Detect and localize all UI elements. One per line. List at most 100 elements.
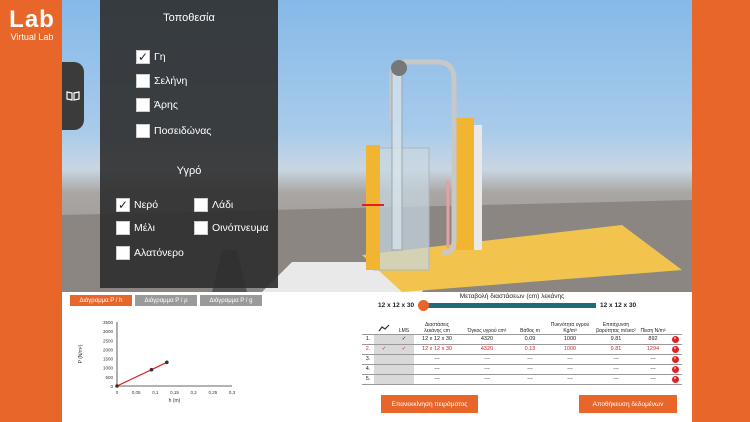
location-option-moon[interactable]: Σελήνη xyxy=(136,74,187,88)
row-density: 1000 xyxy=(546,344,594,355)
row-lms-check[interactable]: ✓ xyxy=(394,344,414,355)
col-dims: Διαστάσεις λεκάνης cm xyxy=(414,318,460,335)
col-gravity: Επιτάχυνση βαρύτητας m/sec² xyxy=(594,318,638,335)
settings-panel: Τοποθεσία ✓ Γη Σελήνη Άρης Ποσειδώνας Υγ… xyxy=(100,0,278,288)
row-lms-check[interactable] xyxy=(394,354,414,365)
slider-max-label: 12 x 12 x 30 xyxy=(600,302,637,309)
checkbox-saltwater[interactable] xyxy=(116,246,130,260)
liquid-option-saltwater[interactable]: Αλατόνερο xyxy=(116,246,184,260)
col-density: Πυκνότητα υγρού Kg/m³ xyxy=(546,318,594,335)
row-depth: --- xyxy=(514,364,546,375)
row-delete-cell: × xyxy=(668,334,682,345)
row-chart-check[interactable] xyxy=(374,364,394,375)
x-tick-label: 0,2 xyxy=(191,390,198,395)
liquid-title: Υγρό xyxy=(176,165,202,177)
row-number: 4. xyxy=(362,364,374,375)
checkbox-alcohol[interactable] xyxy=(194,221,208,235)
location-label: Σελήνη xyxy=(154,75,188,87)
slider-min-label: 12 x 12 x 30 xyxy=(378,302,415,309)
delete-row-icon[interactable]: × xyxy=(671,345,679,353)
x-tick-label: 0,25 xyxy=(208,390,217,395)
data-point xyxy=(149,367,154,372)
lab-3d-scene[interactable]: Τοποθεσία ✓ Γη Σελήνη Άρης Ποσειδώνας Υγ… xyxy=(62,0,692,292)
row-pressure: --- xyxy=(638,374,668,385)
tab-p-g[interactable]: Διάγραμμα P / g xyxy=(200,295,262,306)
y-tick-label: 500 xyxy=(105,375,113,380)
dimension-slider-track[interactable] xyxy=(424,303,596,308)
virtual-lab-logo: Lab Virtual Lab xyxy=(6,8,58,43)
row-dims: --- xyxy=(414,364,460,375)
row-lms-check[interactable]: ✓ xyxy=(394,334,414,345)
book-icon[interactable] xyxy=(62,62,84,130)
tab-p-rho[interactable]: Διάγραμμα P / ρ xyxy=(135,295,197,306)
checkbox-water[interactable]: ✓ xyxy=(116,198,130,212)
row-gravity: --- xyxy=(594,354,638,365)
row-dims: --- xyxy=(414,354,460,365)
row-chart-check[interactable] xyxy=(374,354,394,365)
liquid-option-oil[interactable]: Λάδι xyxy=(194,198,233,212)
location-option-mars[interactable]: Άρης xyxy=(136,98,178,112)
data-point xyxy=(165,360,169,365)
location-option-neptune[interactable]: Ποσειδώνας xyxy=(136,124,211,138)
liquid-label: Οινόπνευμα xyxy=(212,222,269,234)
y-tick-label: 2500 xyxy=(103,338,114,343)
col-chart-icon[interactable] xyxy=(374,318,394,335)
row-volume: 4320 xyxy=(460,344,514,355)
results-area: Διάγραμμα P / h Διάγραμμα P / ρ Διάγραμμ… xyxy=(62,292,692,422)
right-sidebar xyxy=(692,0,750,422)
liquid-label: Νερό xyxy=(134,199,159,211)
row-dims: --- xyxy=(414,374,460,385)
book-glyph xyxy=(66,91,80,101)
liquid-option-alcohol[interactable]: Οινόπνευμα xyxy=(194,221,268,235)
checkbox-neptune[interactable] xyxy=(136,124,150,138)
restart-experiment-button[interactable]: Επανεκκίνηση πειράματος xyxy=(381,395,478,413)
checkbox-moon[interactable] xyxy=(136,74,150,88)
row-density: --- xyxy=(546,374,594,385)
chart-icon xyxy=(378,324,390,331)
x-tick-label: 0,15 xyxy=(170,390,179,395)
checkbox-honey[interactable] xyxy=(116,221,130,235)
x-axis-label: h (m) xyxy=(169,398,181,404)
col-pressure: Πίεση N/m² xyxy=(638,318,668,335)
tab-p-h[interactable]: Διάγραμμα P / h xyxy=(70,295,132,306)
liquid-option-honey[interactable]: Μέλι xyxy=(116,221,155,235)
checkbox-mars[interactable] xyxy=(136,98,150,112)
delete-row-icon[interactable]: × xyxy=(671,335,679,343)
row-density: --- xyxy=(546,364,594,375)
virtual-lab-app: Lab Virtual Lab Τοποθεσία ✓ Γη Σελήνη Άρ… xyxy=(0,0,750,422)
row-chart-check[interactable]: ✓ xyxy=(374,344,394,355)
row-gravity: 9.81 xyxy=(594,344,638,355)
row-dims: 12 x 12 x 30 xyxy=(414,344,460,355)
row-chart-check[interactable] xyxy=(374,374,394,385)
row-chart-check[interactable] xyxy=(374,334,394,345)
row-lms-check[interactable] xyxy=(394,374,414,385)
delete-row-icon[interactable]: × xyxy=(671,375,679,383)
col-depth: Βάθος m xyxy=(514,318,546,335)
liquid-label: Μέλι xyxy=(134,222,156,234)
series-line xyxy=(116,361,168,387)
row-density: --- xyxy=(546,354,594,365)
row-pressure: --- xyxy=(638,364,668,375)
row-volume: --- xyxy=(460,374,514,385)
save-data-button[interactable]: Αποθήκευση δεδομένων xyxy=(579,395,677,413)
dimension-slider-knob[interactable] xyxy=(418,300,429,311)
row-depth: --- xyxy=(514,374,546,385)
delete-row-icon[interactable]: × xyxy=(671,355,679,363)
row-number: 2. xyxy=(362,344,374,355)
row-delete-cell: × xyxy=(668,374,682,385)
location-title: Τοποθεσία xyxy=(163,12,215,24)
measurements-table: LMS Διαστάσεις λεκάνης cm Όγκος υγρού cm… xyxy=(362,318,682,385)
location-label: Άρης xyxy=(154,99,178,111)
liquid-option-water[interactable]: ✓ Νερό xyxy=(116,198,158,212)
table-row: 5. --- --- --- --- --- --- × xyxy=(362,374,682,385)
checkbox-oil[interactable] xyxy=(194,198,208,212)
delete-row-icon[interactable]: × xyxy=(671,365,679,373)
row-delete-cell: × xyxy=(668,354,682,365)
row-depth: 0.13 xyxy=(514,344,546,355)
left-sidebar: Lab Virtual Lab xyxy=(0,0,62,422)
y-tick-label: 0 xyxy=(110,384,113,389)
checkbox-earth[interactable]: ✓ xyxy=(136,50,150,64)
row-lms-check[interactable] xyxy=(394,364,414,375)
y-tick-label: 1000 xyxy=(103,366,114,371)
location-option-earth[interactable]: ✓ Γη xyxy=(136,50,166,64)
